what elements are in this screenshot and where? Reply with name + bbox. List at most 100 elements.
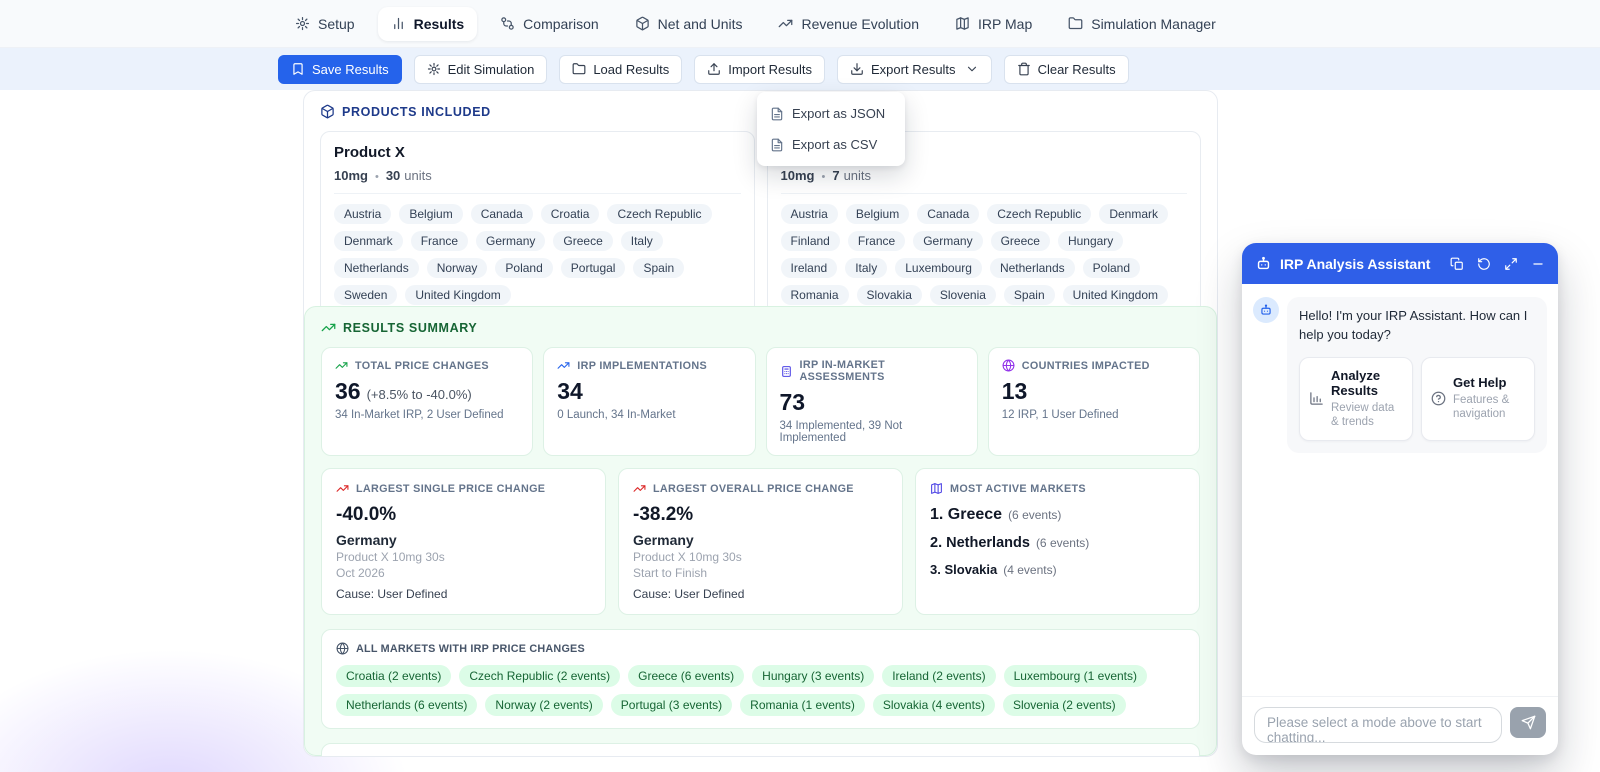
package-icon (321, 104, 334, 119)
tab-simulation-manager[interactable]: Simulation Manager (1055, 7, 1229, 41)
export-results-button[interactable]: Export Results (837, 54, 992, 84)
stat-card-in-market-assessments: IRP IN-MARKET ASSESSMENTS 73 34 Implemen… (765, 347, 978, 456)
country-tag: Ireland (780, 258, 838, 278)
button-label: Load Results (593, 61, 670, 77)
most-active-markets-card: MOST ACTIVE MARKETS 1. Greece (6 events)… (915, 468, 1200, 615)
copy-icon[interactable] (1450, 257, 1464, 271)
mode-title: Get Help (1453, 375, 1507, 391)
file-icon (771, 138, 783, 151)
trending-up-icon (557, 362, 570, 369)
country-tag-list: Austria Belgium Canada Croatia Czech Republi… (334, 204, 741, 305)
country-tag: Luxembourg (895, 258, 982, 278)
get-help-mode-card[interactable]: Get Help Features & navigation (1421, 356, 1535, 441)
active-market-entry: 2. Netherlands (6 events) (930, 535, 1185, 551)
edit-simulation-button[interactable]: Edit Simulation (413, 54, 548, 84)
gear-icon (295, 16, 310, 31)
import-results-button[interactable]: Import Results (694, 54, 826, 84)
country-tag: Austria (780, 204, 838, 224)
country-tag: Denmark (1099, 204, 1168, 224)
save-results-button[interactable]: Save Results (278, 54, 402, 84)
stat-label: IRP IN-MARKET ASSESSMENTS (799, 359, 886, 383)
export-as-csv-item[interactable]: Export as CSV (757, 129, 905, 160)
expand-icon[interactable] (1504, 257, 1518, 271)
tab-label: Simulation Manager (1091, 15, 1216, 32)
country-tag: Belgium (845, 204, 910, 224)
stat-label: COUNTRIES IMPACTED (1021, 359, 1150, 372)
active-market-entry: 3. Slovakia (4 events) (930, 562, 1185, 577)
mode-card-text: Get Help Features & navigation (1453, 375, 1525, 421)
country-tag: Canada (470, 204, 533, 224)
tab-results[interactable]: Results (377, 6, 478, 41)
button-label: Export Results (871, 61, 956, 77)
price-change-cause: Cause: User Defined (633, 587, 745, 601)
card-label-row: LARGEST OVERALL PRICE CHANGE (633, 482, 888, 495)
tab-irp-map[interactable]: IRP Map (942, 7, 1045, 41)
stat-value-row: 36 (+8.5% to -40.0%) (335, 378, 519, 405)
market-pill: Croatia (2 events) (336, 665, 452, 687)
assistant-title: IRP Analysis Assistant (1280, 255, 1431, 272)
stat-label-row: COUNTRIES IMPACTED (1002, 359, 1186, 372)
button-label: Import Results (728, 61, 813, 77)
tab-net-and-units[interactable]: Net and Units (622, 7, 756, 41)
send-button[interactable] (1510, 707, 1546, 738)
country-tag: Poland (1082, 258, 1141, 278)
country-tag: Netherlands (334, 258, 419, 278)
card-label: LARGEST SINGLE PRICE CHANGE (356, 482, 546, 495)
compare-icon (501, 17, 514, 30)
price-change-cards-row: LARGEST SINGLE PRICE CHANGE -40.0% Germa… (321, 468, 1200, 615)
price-change-value: -40.0% (336, 504, 397, 525)
refresh-icon[interactable] (1477, 257, 1491, 271)
minimize-icon[interactable] (1531, 257, 1545, 271)
trash-icon (1017, 62, 1030, 76)
bot-icon (1261, 304, 1271, 315)
gear-icon (427, 62, 440, 76)
country-tag: Croatia (540, 204, 600, 224)
assistant-message: Hello! I'm your IRP Assistant. How can I… (1253, 297, 1547, 453)
tab-setup[interactable]: Setup (282, 7, 368, 41)
product-strength: 10mg (780, 168, 815, 183)
country-tag: France (410, 231, 469, 251)
country-tag: Spain (633, 258, 685, 278)
country-tag: Austria (334, 204, 392, 224)
user-defined-price-changes-card: ALL MARKETS WITH USER DEFINED PRICE CHAN… (321, 743, 1200, 758)
market-events: (6 events) (1008, 508, 1062, 522)
message-text: Hello! I'm your IRP Assistant. How can I… (1299, 308, 1528, 342)
tab-revenue-evolution[interactable]: Revenue Evolution (765, 7, 932, 41)
analyze-results-mode-card[interactable]: Analyze Results Review data & trends (1299, 356, 1413, 441)
product-units: 30 units (385, 168, 432, 183)
button-label: Edit Simulation (447, 61, 535, 77)
tab-label: IRP Map (978, 15, 1033, 32)
mode-cards-row: Analyze Results Review data & trends Get… (1299, 356, 1535, 441)
irp-analysis-assistant-panel: IRP Analysis Assistant Hello! I'm your I… (1242, 243, 1558, 755)
country-tag: United Kingdom (1062, 285, 1169, 305)
top-navigation: Setup Results Comparison Net and Units R… (0, 0, 1600, 48)
results-panel: PRODUCTS INCLUDED Product X 10mg 30units… (303, 90, 1218, 757)
price-change-value: -38.2% (633, 504, 694, 525)
stat-subtext: 0 Launch, 34 In-Market (557, 409, 676, 421)
product-meta: 10mg 30units (334, 168, 741, 183)
market-pill: Portugal (3 events) (610, 694, 733, 716)
card-label: ALL MARKETS WITH USER DEFINED PRICE CHAN… (356, 757, 649, 758)
clear-results-button[interactable]: Clear Results (1003, 54, 1129, 84)
load-results-button[interactable]: Load Results (559, 54, 683, 84)
assistant-message-area: Hello! I'm your IRP Assistant. How can I… (1242, 284, 1558, 696)
country-tag: Netherlands (989, 258, 1075, 278)
export-dropdown-menu: Export as JSON Export as CSV (757, 92, 905, 166)
separator-dot (821, 168, 825, 183)
export-as-json-item[interactable]: Export as JSON (757, 98, 905, 129)
help-circle-icon (1431, 391, 1446, 406)
section-title: RESULTS SUMMARY (343, 320, 478, 335)
stat-cards-row: TOTAL PRICE CHANGES 36 (+8.5% to -40.0%)… (321, 347, 1200, 456)
stat-value-row: 34 (557, 378, 741, 405)
product-card: Product X 10mg 30units Austria Belgium Can… (320, 131, 755, 318)
stat-card-total-price-changes: TOTAL PRICE CHANGES 36 (+8.5% to -40.0%)… (321, 347, 534, 456)
country-tag: Finland (780, 231, 840, 251)
country-tag: Norway (426, 258, 488, 278)
tab-comparison[interactable]: Comparison (487, 7, 611, 41)
bot-avatar (1253, 297, 1279, 323)
card-label-row: MOST ACTIVE MARKETS (930, 482, 1185, 495)
market-pill: Czech Republic (2 events) (459, 665, 621, 687)
assistant-message-input[interactable] (1254, 707, 1502, 743)
product-meta: 10mg 7units (781, 168, 1188, 183)
market-events: (6 events) (1035, 536, 1090, 550)
